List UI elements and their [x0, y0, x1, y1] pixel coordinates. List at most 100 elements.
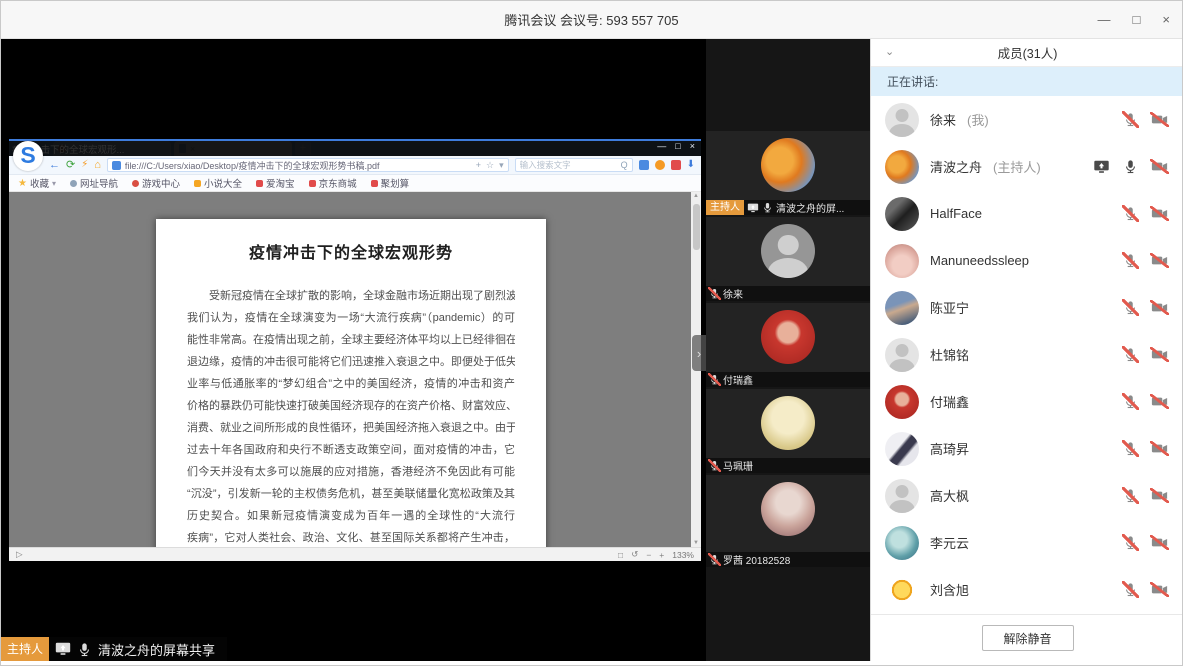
search-input[interactable]: [520, 160, 618, 170]
pdf-zoom-in-icon[interactable]: +: [659, 550, 664, 560]
camera-off-icon[interactable]: [1151, 348, 1168, 361]
camera-off-icon[interactable]: [1151, 207, 1168, 220]
member-row[interactable]: 徐来 (我): [871, 96, 1183, 143]
member-name: Manuneedssleep: [930, 253, 1029, 268]
video-tile[interactable]: 付瑞鑫: [706, 303, 870, 387]
scroll-up-icon[interactable]: ▲: [691, 193, 701, 199]
refresh-icon[interactable]: ⟳: [66, 160, 75, 171]
maximize-button[interactable]: □: [1133, 13, 1141, 26]
extension-icon[interactable]: [655, 160, 665, 170]
pdf-play-icon[interactable]: ▷: [16, 549, 23, 560]
scroll-down-icon[interactable]: ▼: [691, 540, 701, 546]
menu-icon[interactable]: [671, 160, 681, 170]
close-button[interactable]: ×: [1162, 13, 1170, 26]
bookmark-item[interactable]: 聚划算: [371, 176, 410, 190]
camera-off-icon[interactable]: [1151, 301, 1168, 314]
member-row[interactable]: 李元云: [871, 519, 1183, 566]
member-row[interactable]: 高琦昇: [871, 425, 1183, 472]
mic-muted-icon[interactable]: [1123, 535, 1138, 550]
screen-share-area: S 网址大全 × 疫情冲击下的全球宏观形... × + — □: [1, 39, 706, 661]
pdf-zoom-out-icon[interactable]: −: [646, 550, 651, 560]
browser-close-button[interactable]: ×: [690, 142, 695, 151]
mic-muted-icon[interactable]: [1123, 488, 1138, 503]
scrollbar-thumb[interactable]: [693, 204, 700, 250]
mic-on-icon: [77, 642, 92, 657]
tile-label: 主持人 清波之舟的屏...: [706, 200, 870, 215]
mic-on-icon: [762, 202, 773, 213]
browser-tab-pdf[interactable]: 疫情冲击下的全球宏观形... ×: [174, 141, 292, 156]
camera-off-icon[interactable]: [1151, 442, 1168, 455]
mic-muted-icon[interactable]: [1123, 300, 1138, 315]
browser-search-box[interactable]: Q: [515, 158, 633, 172]
url-dropdown-icon[interactable]: ▾: [499, 160, 504, 171]
member-row[interactable]: 付瑞鑫: [871, 378, 1183, 425]
star-icon: ★: [18, 178, 27, 189]
camera-off-icon[interactable]: [1151, 395, 1168, 408]
unmute-button[interactable]: 解除静音: [982, 625, 1074, 651]
member-row-host[interactable]: 清波之舟 (主持人): [871, 143, 1183, 190]
strip-expand-handle[interactable]: ›: [692, 335, 706, 371]
camera-off-icon[interactable]: [1151, 583, 1168, 596]
member-row[interactable]: 刘含旭: [871, 566, 1183, 613]
mic-muted-icon[interactable]: [1123, 582, 1138, 597]
browser-maximize-button[interactable]: □: [675, 142, 680, 151]
member-row[interactable]: 高大枫: [871, 472, 1183, 519]
download-icon[interactable]: ⬇: [687, 160, 695, 170]
bookmarks-bar: ★ 收藏 ▾ 网址导航 游戏中心 小说大全: [9, 175, 701, 192]
mic-muted-icon[interactable]: [1123, 347, 1138, 362]
video-tile[interactable]: 马珮珊: [706, 389, 870, 473]
camera-off-icon[interactable]: [1151, 160, 1168, 173]
member-name: 刘含旭: [930, 580, 969, 599]
add-favorite-icon[interactable]: +: [476, 160, 481, 171]
pdf-page: 疫情冲击下的全球宏观形势 受新冠疫情在全球扩散的影响，全球金融市场近期出现了剧烈…: [156, 219, 546, 547]
avatar: [885, 197, 919, 231]
member-name: 高琦昇: [930, 439, 969, 458]
apps-grid-icon[interactable]: [639, 160, 649, 170]
dual-core-icon[interactable]: ⚡: [81, 160, 88, 170]
mic-muted-icon[interactable]: [1123, 253, 1138, 268]
address-bar[interactable]: file:///C:/Users/xiao/Desktop/疫情冲击下的全球宏观…: [107, 158, 509, 172]
mic-on-icon[interactable]: [1123, 159, 1138, 174]
bookmark-item[interactable]: 爱淘宝: [256, 176, 295, 190]
bookmark-item[interactable]: 小说大全: [194, 176, 242, 190]
member-row[interactable]: 陈亚宁: [871, 284, 1183, 331]
video-tile[interactable]: 罗茜 20182528: [706, 475, 870, 567]
bookmark-item[interactable]: 京东商城: [309, 176, 357, 190]
member-row[interactable]: HalfFace: [871, 190, 1183, 237]
tile-label: 罗茜 20182528: [706, 552, 870, 567]
mic-muted-icon[interactable]: [1123, 394, 1138, 409]
document-line: “沉没”，引发新一轮的主权债务危机，甚至美联储量化宽松政策及其: [187, 483, 515, 505]
pdf-zoom-level: 133%: [672, 550, 694, 560]
bookmark-item[interactable]: 网址导航: [70, 176, 118, 190]
camera-off-icon[interactable]: [1151, 536, 1168, 549]
mic-muted-icon[interactable]: [1123, 206, 1138, 221]
pdf-rotate-icon[interactable]: ↺: [631, 549, 638, 560]
mic-muted-icon[interactable]: [1123, 112, 1138, 127]
bookmark-label: 小说大全: [204, 176, 242, 190]
shared-browser-window: S 网址大全 × 疫情冲击下的全球宏观形... × + — □: [9, 139, 701, 561]
globe-icon: [70, 180, 77, 187]
mic-muted-icon[interactable]: [1123, 441, 1138, 456]
back-icon[interactable]: ←: [49, 160, 60, 171]
minimize-button[interactable]: —: [1098, 13, 1111, 26]
video-tile[interactable]: 徐来: [706, 217, 870, 301]
camera-off-icon[interactable]: [1151, 254, 1168, 267]
search-icon[interactable]: Q: [621, 160, 628, 170]
avatar: [761, 310, 815, 364]
avatar: [761, 396, 815, 450]
address-bar-actions: + ☆ ▾: [476, 160, 504, 171]
member-row[interactable]: Manuneedssleep: [871, 237, 1183, 284]
browser-minimize-button[interactable]: —: [657, 142, 666, 151]
bookmark-item[interactable]: 游戏中心: [132, 176, 180, 190]
screen-share-icon[interactable]: [1093, 160, 1110, 174]
camera-off-icon[interactable]: [1151, 489, 1168, 502]
member-row[interactable]: 杜锦铭: [871, 331, 1183, 378]
document-line: 历史契合。如果新冠疫情演变成为百年一遇的全球性的“大流行: [187, 505, 515, 527]
collapse-panel-icon[interactable]: ⌄: [885, 47, 894, 58]
video-tile-host[interactable]: 主持人 清波之舟的屏...: [706, 131, 870, 215]
pdf-page-icon[interactable]: □: [618, 550, 623, 560]
bookmark-favorites[interactable]: ★ 收藏 ▾: [18, 176, 56, 190]
favorite-star-icon[interactable]: ☆: [486, 160, 494, 171]
camera-off-icon[interactable]: [1151, 113, 1168, 126]
home-icon[interactable]: ⌂: [94, 160, 101, 171]
